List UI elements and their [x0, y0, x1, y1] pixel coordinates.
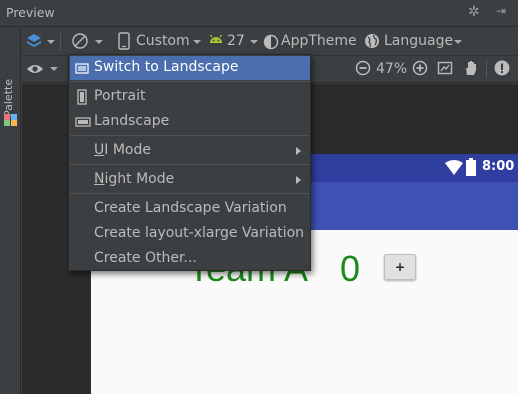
menu-item-landscape[interactable]: Landscape	[70, 110, 310, 134]
menu-separator	[70, 193, 310, 194]
chevron-right-icon	[296, 176, 301, 184]
phone-icon[interactable]	[118, 32, 130, 50]
chevron-down-icon[interactable]	[250, 40, 258, 44]
landscape-switch-icon	[75, 63, 89, 74]
orientation-menu: Switch to Landscape Portrait Landscape U…	[68, 54, 311, 271]
menu-item-label: Landscape	[94, 113, 170, 129]
zoom-out-icon[interactable]	[355, 60, 371, 76]
palette-icon[interactable]	[4, 114, 17, 126]
preview-title: Preview	[6, 5, 55, 20]
menu-item-label: Create layout-xlarge Variation	[94, 225, 305, 241]
menu-item-switch-landscape[interactable]: Switch to Landscape	[70, 56, 310, 80]
status-clock: 8:00	[482, 159, 515, 174]
menu-item-label: Night Mode	[94, 171, 174, 187]
device-selector[interactable]: Custom	[136, 33, 190, 49]
menu-item-label: Portrait	[94, 88, 146, 104]
wifi-icon	[445, 160, 463, 175]
api-level-selector[interactable]: 27	[227, 33, 245, 49]
menu-item-portrait[interactable]: Portrait	[70, 85, 310, 109]
toolbar-row-1: Custom 27 AppTheme Language	[22, 28, 518, 56]
menu-item-create-xlarge-variation[interactable]: Create layout-xlarge Variation	[70, 222, 310, 246]
add-point-button[interactable]: +	[384, 254, 416, 280]
toolbar-divider	[486, 60, 487, 78]
layers-icon[interactable]	[26, 33, 42, 49]
eye-icon[interactable]	[26, 62, 44, 76]
hide-icon[interactable]: ⇥	[496, 4, 506, 18]
portrait-icon	[77, 89, 87, 105]
globe-icon[interactable]	[364, 33, 380, 49]
menu-item-label: Switch to Landscape	[94, 59, 239, 75]
chevron-down-icon[interactable]	[95, 40, 103, 44]
menu-item-create-landscape-variation[interactable]: Create Landscape Variation	[70, 197, 310, 221]
chevron-right-icon	[296, 147, 301, 155]
theme-icon[interactable]	[263, 34, 279, 50]
chevron-down-icon[interactable]	[454, 40, 462, 44]
menu-separator	[70, 81, 310, 82]
chevron-down-icon[interactable]	[47, 40, 55, 44]
language-selector[interactable]: Language	[384, 33, 453, 49]
menu-item-create-other[interactable]: Create Other...	[70, 247, 310, 271]
menu-item-label-rest: I Mode	[104, 142, 151, 158]
chevron-down-icon[interactable]	[50, 67, 58, 71]
menu-item-night-mode[interactable]: Night Mode	[70, 168, 310, 192]
chevron-down-icon[interactable]	[193, 40, 201, 44]
theme-selector[interactable]: AppTheme	[281, 33, 357, 49]
mnemonic-char: U	[94, 142, 105, 158]
mnemonic-char: N	[94, 171, 105, 187]
fit-screen-icon[interactable]	[437, 60, 453, 76]
gear-icon[interactable]: ✲	[468, 4, 480, 20]
palette-strip[interactable]: Palette	[0, 28, 21, 394]
battery-icon	[466, 158, 476, 176]
pan-icon[interactable]	[463, 59, 479, 77]
menu-separator	[70, 135, 310, 136]
android-icon[interactable]	[208, 34, 224, 48]
menu-item-ui-mode[interactable]: UI Mode	[70, 139, 310, 163]
menu-item-label: Create Other...	[94, 250, 197, 266]
landscape-icon	[75, 117, 91, 127]
menu-item-label-rest: ight Mode	[104, 171, 175, 187]
toolbar-divider	[60, 33, 61, 51]
menu-item-label: Create Landscape Variation	[94, 200, 287, 216]
menu-separator	[70, 164, 310, 165]
warning-icon[interactable]	[494, 60, 510, 76]
menu-item-label: UI Mode	[94, 142, 151, 158]
orientation-icon[interactable]	[71, 32, 89, 50]
preview-titlebar: Preview ✲ ⇥	[0, 0, 518, 27]
score-label[interactable]: 0	[340, 248, 360, 290]
zoom-in-icon[interactable]	[412, 60, 428, 76]
zoom-level: 47%	[376, 61, 408, 77]
